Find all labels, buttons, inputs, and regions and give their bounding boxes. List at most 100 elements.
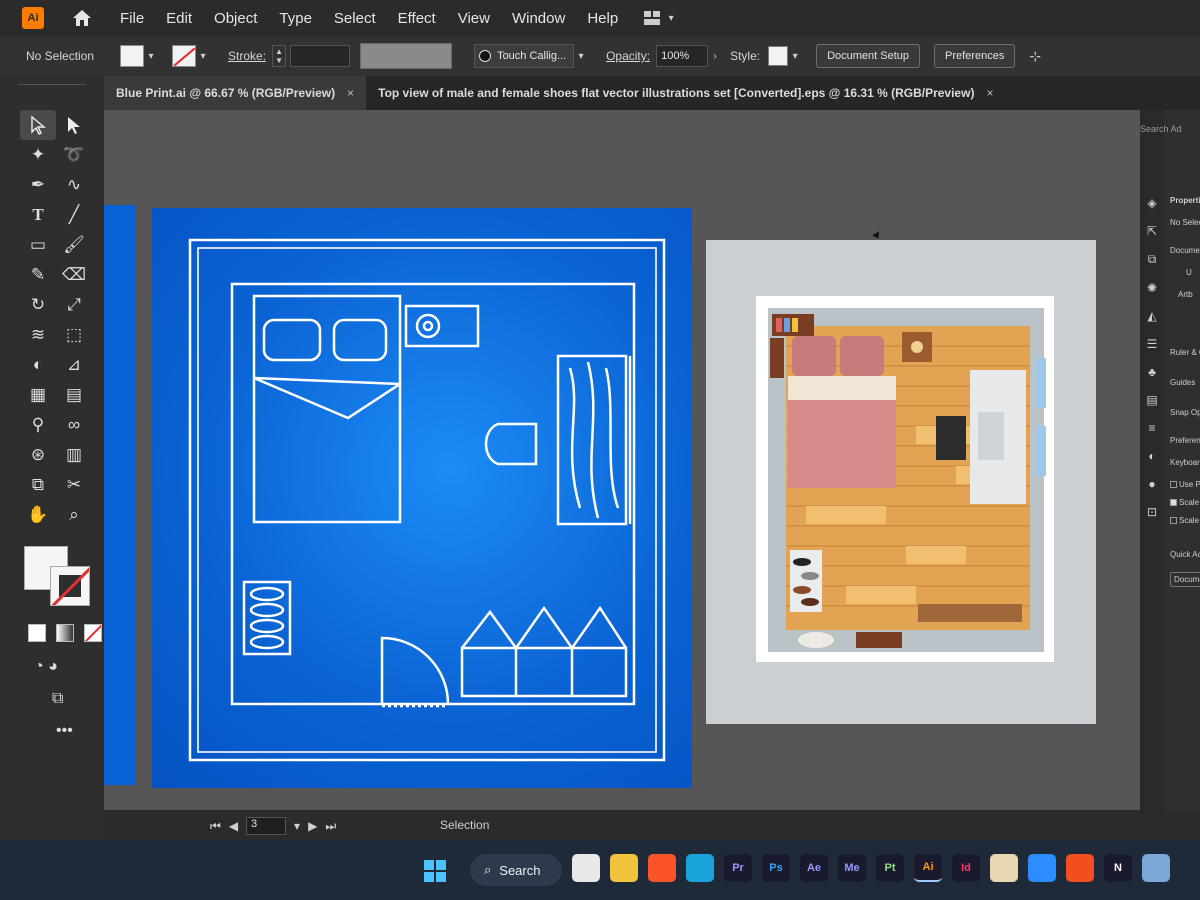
symbols-icon[interactable]: ♣ bbox=[1148, 365, 1156, 379]
none-mode-icon[interactable] bbox=[84, 624, 102, 642]
stroke-color-swatch[interactable] bbox=[50, 566, 90, 606]
after-effects-icon[interactable]: Ae bbox=[800, 854, 828, 882]
previous-artboard[interactable] bbox=[104, 205, 136, 785]
scale-tool-icon[interactable]: ⤢ bbox=[56, 290, 92, 320]
style-dropdown-icon[interactable]: ▾ bbox=[788, 45, 802, 67]
artboard-field[interactable]: Artb bbox=[1178, 290, 1193, 299]
artboard-tool-icon[interactable]: ⧉ bbox=[20, 470, 56, 500]
last-artboard-icon[interactable]: ⏭ bbox=[325, 819, 336, 834]
stroke-dropdown-icon[interactable]: ▾ bbox=[196, 45, 210, 67]
export-icon[interactable]: ⇱ bbox=[1147, 224, 1157, 238]
prelude-icon[interactable]: Pt bbox=[876, 854, 904, 882]
artboard-number-field[interactable]: 3 bbox=[246, 817, 287, 835]
indesign-icon[interactable]: Id bbox=[952, 854, 980, 882]
keyboard-increment-field[interactable]: Keyboard Inc bbox=[1170, 458, 1200, 467]
lasso-tool-icon[interactable]: ➰ bbox=[56, 140, 92, 170]
windows-start-icon[interactable] bbox=[424, 860, 446, 882]
slice-tool-icon[interactable]: ✂ bbox=[56, 470, 92, 500]
eyedropper-tool-icon[interactable]: ⚲ bbox=[20, 410, 56, 440]
opacity-field[interactable]: 100% bbox=[656, 45, 709, 67]
appearance-icon[interactable]: ◐ bbox=[1148, 449, 1155, 463]
document-setup-button[interactable]: Document Setup bbox=[816, 44, 921, 68]
direct-selection-tool-icon[interactable] bbox=[56, 110, 92, 140]
color-icon[interactable]: ✺ bbox=[1147, 281, 1157, 295]
next-artboard-icon[interactable]: ▶ bbox=[308, 819, 317, 833]
document-setup-quick-button[interactable]: Docume bbox=[1170, 572, 1200, 587]
toolbar-grip[interactable] bbox=[18, 84, 86, 96]
menu-window[interactable]: Window bbox=[512, 10, 565, 27]
brush-dropdown-icon[interactable]: ▾ bbox=[574, 45, 588, 67]
panel-title[interactable]: Properti bbox=[1170, 196, 1200, 205]
eraser-tool-icon[interactable]: ⌫ bbox=[56, 260, 92, 290]
free-transform-tool-icon[interactable]: ⬚ bbox=[56, 320, 92, 350]
stroke-stepper[interactable]: ▲ ▼ bbox=[272, 45, 287, 67]
rotate-tool-icon[interactable]: ↻ bbox=[20, 290, 56, 320]
pen-tool-icon[interactable]: ✒ bbox=[20, 170, 56, 200]
gradient-icon[interactable]: ◭ bbox=[1147, 309, 1156, 323]
line-tool-icon[interactable]: ╱ bbox=[56, 200, 92, 230]
fill-swatch[interactable] bbox=[120, 45, 145, 67]
app-3-icon[interactable] bbox=[1142, 854, 1170, 882]
blueprint-artboard[interactable] bbox=[152, 208, 692, 788]
menu-object[interactable]: Object bbox=[214, 10, 257, 27]
column-graph-tool-icon[interactable]: ▥ bbox=[56, 440, 92, 470]
symbol-sprayer-tool-icon[interactable]: ⊛ bbox=[20, 440, 56, 470]
hand-tool-icon[interactable]: ✋ bbox=[20, 500, 56, 530]
paintbrush-tool-icon[interactable]: 🖌 bbox=[56, 230, 92, 260]
room-illustration-artboard[interactable] bbox=[706, 240, 1096, 724]
menu-edit[interactable]: Edit bbox=[166, 10, 192, 27]
zoom-tool-icon[interactable]: ⌕ bbox=[56, 500, 92, 530]
artboards-icon[interactable]: ⧉ bbox=[1148, 252, 1157, 267]
media-encoder-icon[interactable]: Me bbox=[838, 854, 866, 882]
arrange-icon[interactable]: ⊹ bbox=[1029, 48, 1041, 65]
photoshop-icon[interactable]: Ps bbox=[762, 854, 790, 882]
shaper-tool-icon[interactable]: ✎ bbox=[20, 260, 56, 290]
swatches-icon[interactable]: ▤ bbox=[1146, 393, 1157, 407]
menu-file[interactable]: File bbox=[120, 10, 144, 27]
layers-icon[interactable]: ◈ bbox=[1147, 196, 1156, 210]
shape-builder-tool-icon[interactable]: ◐ bbox=[20, 350, 56, 380]
current-tool-label[interactable]: Selection bbox=[440, 818, 489, 832]
workspace-switcher[interactable]: ▾ bbox=[644, 7, 678, 29]
scale-corners-checkbox[interactable]: Scale Co bbox=[1170, 498, 1200, 507]
first-artboard-icon[interactable]: ⏮ bbox=[210, 819, 221, 834]
menu-effect[interactable]: Effect bbox=[398, 10, 436, 27]
artboard-dropdown-icon[interactable]: ▾ bbox=[294, 819, 300, 833]
brave-icon[interactable] bbox=[648, 854, 676, 882]
type-tool-icon[interactable]: T bbox=[20, 200, 56, 230]
screen-mode-icon[interactable]: ⧉ bbox=[52, 690, 104, 708]
home-icon[interactable] bbox=[70, 6, 94, 30]
edit-toolbar-icon[interactable]: ••• bbox=[56, 722, 104, 740]
close-icon[interactable]: × bbox=[347, 86, 354, 100]
menu-type[interactable]: Type bbox=[279, 10, 312, 27]
blend-tool-icon[interactable]: ∞ bbox=[56, 410, 92, 440]
brush-definition[interactable]: Touch Callig... bbox=[474, 44, 575, 68]
search-adobe-stock-field[interactable]: Search Ad bbox=[1140, 124, 1182, 134]
use-preview-bounds-checkbox[interactable]: Use Prev bbox=[1170, 480, 1200, 489]
edge-icon[interactable] bbox=[686, 854, 714, 882]
canvas[interactable] bbox=[104, 110, 1140, 810]
perspective-grid-tool-icon[interactable]: ⊿ bbox=[56, 350, 92, 380]
mesh-tool-icon[interactable]: ▦ bbox=[20, 380, 56, 410]
stroke-weight-field[interactable] bbox=[290, 45, 351, 67]
width-tool-icon[interactable]: ≋ bbox=[20, 320, 56, 350]
gradient-mode-icon[interactable] bbox=[56, 624, 74, 642]
preferences-button[interactable]: Preferences bbox=[934, 44, 1016, 68]
gradient-tool-icon[interactable]: ▤ bbox=[56, 380, 92, 410]
app-2-icon[interactable] bbox=[1028, 854, 1056, 882]
draw-modes-icon[interactable]: ◔ ◕ bbox=[34, 658, 104, 676]
transform-icon[interactable]: ⊡ bbox=[1147, 505, 1157, 519]
taskbar-search[interactable]: ⌕ Search bbox=[470, 854, 562, 886]
fill-stroke-widget[interactable] bbox=[24, 546, 96, 610]
file-manager-icon[interactable] bbox=[572, 854, 600, 882]
stroke-panel-icon[interactable]: ≡ bbox=[1148, 421, 1155, 435]
explorer-icon[interactable] bbox=[610, 854, 638, 882]
stroke-swatch[interactable] bbox=[172, 45, 197, 67]
premiere-icon[interactable]: Pr bbox=[724, 854, 752, 882]
opacity-label[interactable]: Opacity: bbox=[606, 49, 650, 63]
illustrator-icon[interactable]: Ai bbox=[914, 854, 942, 882]
app-1-icon[interactable] bbox=[990, 854, 1018, 882]
opacity-arrow-icon[interactable]: › bbox=[708, 45, 722, 67]
variable-width-profile[interactable] bbox=[360, 43, 453, 69]
brushes-icon[interactable]: ☰ bbox=[1147, 337, 1158, 351]
